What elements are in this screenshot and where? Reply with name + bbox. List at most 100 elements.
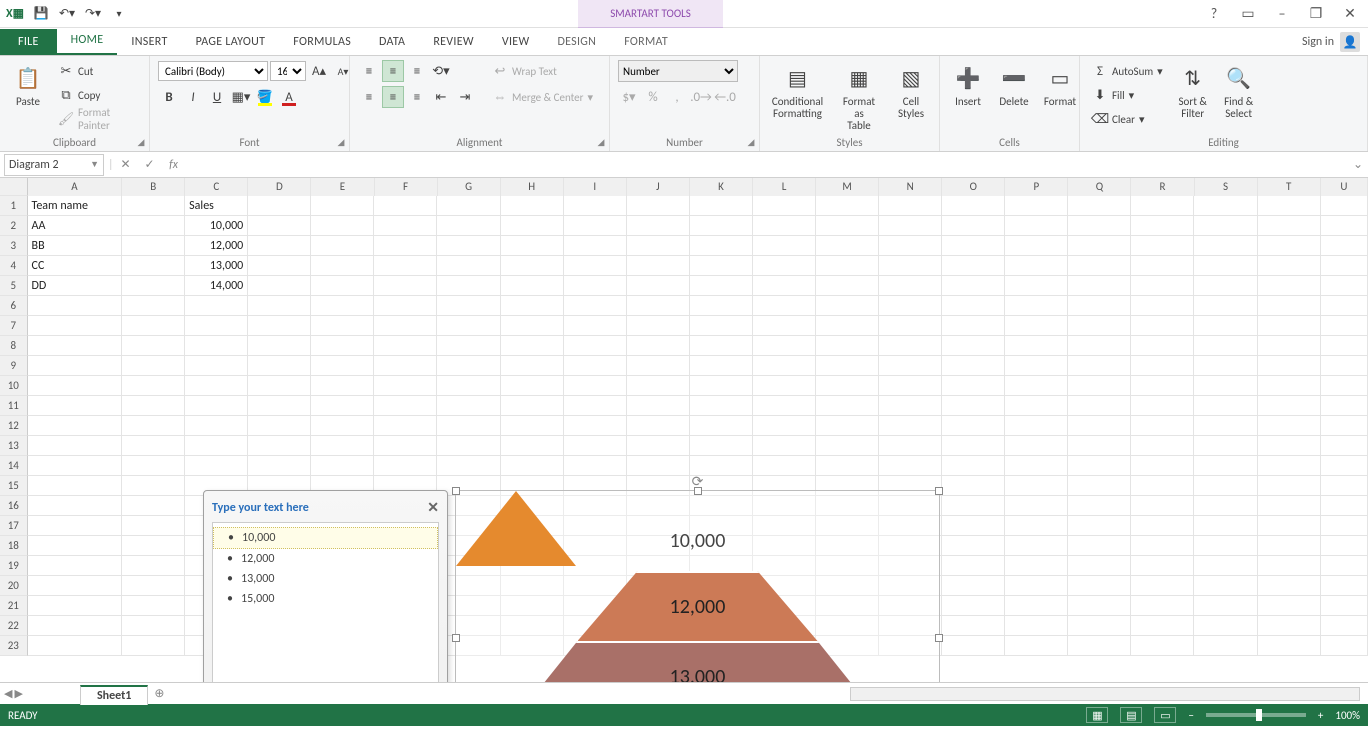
cell[interactable] — [1005, 616, 1068, 636]
column-header[interactable]: G — [438, 178, 501, 196]
cell[interactable] — [374, 456, 437, 476]
cell[interactable] — [942, 316, 1005, 336]
cell[interactable] — [1131, 376, 1194, 396]
cell[interactable] — [690, 196, 753, 216]
cell[interactable] — [816, 316, 879, 336]
cell[interactable] — [122, 576, 185, 596]
cell[interactable] — [1321, 356, 1368, 376]
tab-review[interactable]: REVIEW — [419, 29, 488, 55]
cell[interactable] — [1194, 596, 1257, 616]
format-cells-button[interactable]: ▭Format — [1040, 60, 1080, 110]
column-header[interactable]: T — [1258, 178, 1321, 196]
cell[interactable] — [1194, 396, 1257, 416]
dec-decimal-icon[interactable]: ←.0 — [714, 86, 736, 108]
tab-home[interactable]: HOME — [57, 27, 118, 55]
cell[interactable] — [1321, 296, 1368, 316]
cell[interactable] — [437, 236, 500, 256]
cell[interactable] — [437, 256, 500, 276]
cell[interactable] — [1321, 196, 1368, 216]
cell[interactable] — [1194, 516, 1257, 536]
cell[interactable] — [122, 256, 185, 276]
wrap-text-button[interactable]: ↩Wrap Text — [488, 60, 597, 82]
cell[interactable] — [1005, 396, 1068, 416]
column-header[interactable]: U — [1321, 178, 1368, 196]
cell[interactable] — [1321, 556, 1368, 576]
cell[interactable] — [1131, 516, 1194, 536]
minimize-icon[interactable]: – — [1270, 4, 1294, 24]
cell[interactable] — [816, 436, 879, 456]
cell[interactable] — [437, 356, 500, 376]
number-format-select[interactable]: Number — [618, 60, 738, 82]
pyramid-level-1[interactable] — [456, 491, 576, 566]
cell[interactable] — [1068, 296, 1131, 316]
cell[interactable] — [1005, 556, 1068, 576]
cell[interactable] — [1005, 336, 1068, 356]
qat-customize-icon[interactable]: ▾ — [108, 3, 130, 25]
cell[interactable] — [1258, 336, 1321, 356]
cell[interactable] — [122, 496, 185, 516]
column-header[interactable]: A — [28, 178, 123, 196]
cell[interactable] — [627, 316, 690, 336]
cell[interactable] — [1258, 316, 1321, 336]
cell[interactable] — [816, 216, 879, 236]
cell[interactable] — [1321, 276, 1368, 296]
cell[interactable] — [1068, 576, 1131, 596]
cell[interactable] — [1321, 576, 1368, 596]
cell[interactable]: DD — [28, 276, 123, 296]
tab-smartart-format[interactable]: FORMAT — [610, 29, 682, 55]
cell[interactable] — [374, 436, 437, 456]
save-icon[interactable]: 💾 — [30, 3, 52, 25]
number-dialog-launcher[interactable]: ◢ — [745, 136, 757, 148]
cell[interactable] — [1131, 636, 1194, 656]
cell[interactable] — [185, 436, 248, 456]
cell[interactable] — [1131, 296, 1194, 316]
cell[interactable] — [28, 536, 123, 556]
cell[interactable] — [690, 336, 753, 356]
tab-data[interactable]: DATA — [365, 29, 419, 55]
cell[interactable] — [942, 616, 1005, 636]
cell[interactable] — [1005, 496, 1068, 516]
cell[interactable] — [185, 296, 248, 316]
row-header[interactable]: 20 — [0, 576, 28, 596]
cell[interactable] — [437, 316, 500, 336]
cell[interactable] — [28, 296, 123, 316]
ribbon-options-icon[interactable]: ▭ — [1236, 4, 1260, 24]
cell[interactable] — [816, 376, 879, 396]
align-right-icon[interactable]: ≡ — [406, 86, 428, 108]
cell[interactable] — [1131, 316, 1194, 336]
fill-button[interactable]: ⬇Fill ▾ — [1088, 84, 1167, 106]
conditional-formatting-button[interactable]: ▤Conditional Formatting — [768, 60, 827, 122]
cell[interactable] — [1131, 476, 1194, 496]
cell[interactable] — [311, 336, 374, 356]
cell[interactable] — [248, 236, 311, 256]
cell[interactable] — [1258, 376, 1321, 396]
cell[interactable] — [1068, 556, 1131, 576]
cell[interactable] — [122, 536, 185, 556]
cell[interactable] — [1258, 616, 1321, 636]
cell[interactable] — [1194, 556, 1257, 576]
cell[interactable] — [28, 316, 123, 336]
cell[interactable] — [248, 296, 311, 316]
cell[interactable]: Team name — [28, 196, 123, 216]
tab-page-layout[interactable]: PAGE LAYOUT — [182, 29, 280, 55]
cell[interactable] — [28, 456, 123, 476]
cell[interactable]: 13,000 — [185, 256, 248, 276]
cell[interactable] — [185, 456, 248, 476]
cell[interactable] — [1131, 196, 1194, 216]
pyramid-level-3[interactable]: 13,000 — [522, 641, 874, 682]
row-header[interactable]: 9 — [0, 356, 28, 376]
cell[interactable] — [627, 216, 690, 236]
cell[interactable] — [1258, 436, 1321, 456]
cell[interactable] — [1068, 376, 1131, 396]
cell[interactable] — [1194, 236, 1257, 256]
cell[interactable] — [28, 416, 123, 436]
font-size-select[interactable]: 16 — [270, 61, 306, 81]
cell[interactable] — [248, 456, 311, 476]
cell[interactable] — [374, 316, 437, 336]
indent-dec-icon[interactable]: ⇤ — [430, 86, 452, 108]
horizontal-scrollbar[interactable] — [850, 687, 1360, 701]
cell[interactable] — [1068, 196, 1131, 216]
row-header[interactable]: 8 — [0, 336, 28, 356]
cell[interactable] — [879, 436, 942, 456]
expand-formula-bar-icon[interactable]: ⌄ — [1348, 157, 1368, 172]
